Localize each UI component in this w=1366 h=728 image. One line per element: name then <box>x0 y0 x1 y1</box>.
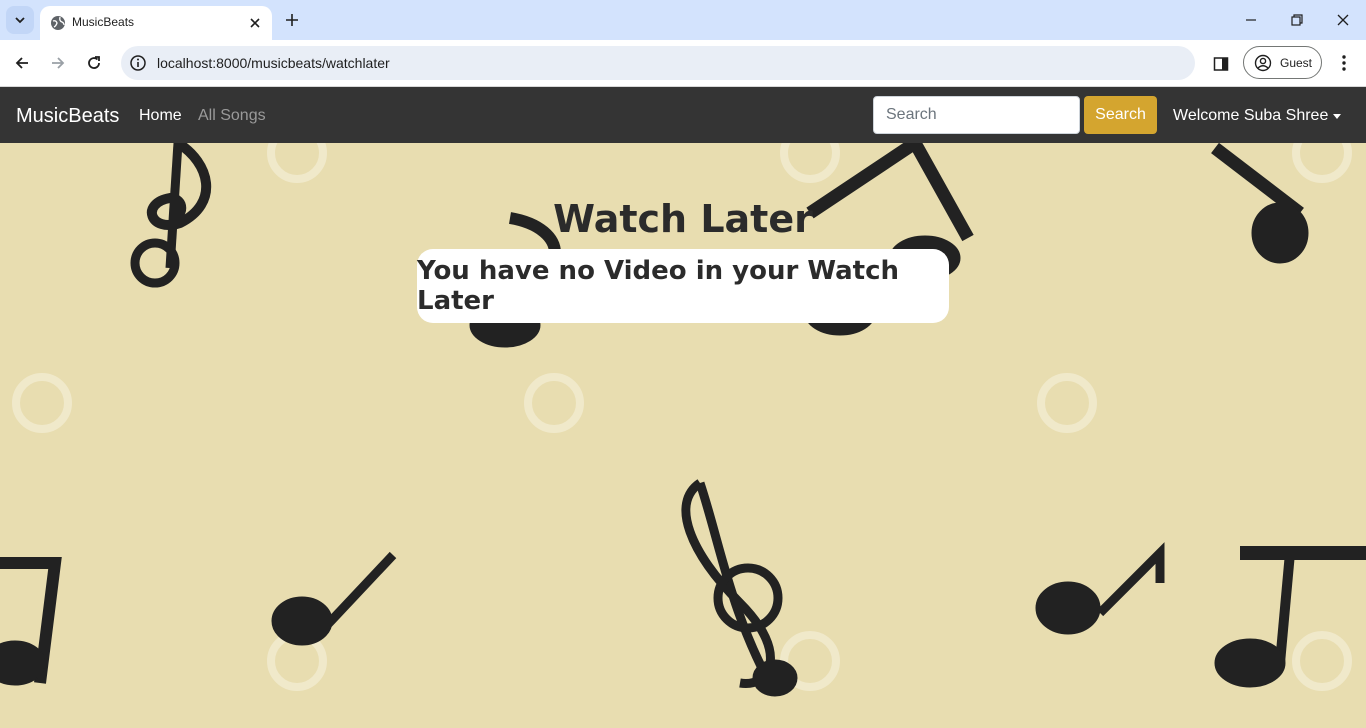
tab-search-button[interactable] <box>6 6 34 34</box>
empty-state-message: You have no Video in your Watch Later <box>417 256 900 316</box>
page-title: Watch Later <box>553 197 813 241</box>
minimize-icon <box>1246 19 1256 21</box>
tab-title: MusicBeats <box>72 15 135 29</box>
back-button[interactable] <box>9 50 35 76</box>
empty-state-card: You have no Video in your Watch Later <box>417 249 949 323</box>
plus-icon <box>286 14 298 26</box>
side-panel-icon <box>1213 57 1229 71</box>
more-vertical-icon <box>1342 55 1346 71</box>
minimize-button[interactable] <box>1237 6 1265 34</box>
side-panel-button[interactable] <box>1208 51 1234 77</box>
close-icon <box>250 18 260 28</box>
nav-link-home[interactable]: Home <box>139 106 182 126</box>
arrow-right-icon <box>52 57 65 69</box>
window-close-button[interactable] <box>1329 6 1357 34</box>
reload-icon <box>88 56 100 69</box>
user-menu-label: Welcome Suba Shree <box>1173 107 1329 124</box>
brand-logo[interactable]: MusicBeats <box>16 104 119 128</box>
account-circle-icon <box>1254 54 1272 72</box>
nav-link-all-songs[interactable]: All Songs <box>198 106 266 126</box>
arrow-left-icon <box>15 57 28 69</box>
address-bar[interactable]: localhost:8000/musicbeats/watchlater <box>121 46 1195 80</box>
user-menu-dropdown[interactable]: Welcome Suba Shree <box>1173 106 1342 126</box>
info-icon[interactable] <box>129 54 147 72</box>
search-button[interactable]: Search <box>1084 96 1157 134</box>
browser-tab-bar: MusicBeats <box>0 0 1366 40</box>
browser-menu-button[interactable] <box>1332 50 1356 76</box>
browser-tab[interactable]: MusicBeats <box>40 6 272 40</box>
reload-button[interactable] <box>81 50 107 76</box>
tab-close-button[interactable] <box>246 14 264 32</box>
globe-icon <box>51 16 65 30</box>
forward-button[interactable] <box>45 50 71 76</box>
restore-button[interactable] <box>1283 6 1311 34</box>
profile-button[interactable]: Guest <box>1243 46 1322 79</box>
chevron-down-icon <box>15 17 25 24</box>
search-input[interactable] <box>873 96 1080 134</box>
url-text: localhost:8000/musicbeats/watchlater <box>157 55 390 71</box>
new-tab-button[interactable] <box>280 8 304 32</box>
close-icon <box>1337 14 1349 26</box>
caret-down-icon <box>1333 113 1342 119</box>
browser-toolbar: localhost:8000/musicbeats/watchlater Gue… <box>0 40 1366 87</box>
profile-label: Guest <box>1280 56 1313 70</box>
site-navbar: MusicBeats Home All Songs Search Welcome… <box>0 87 1366 143</box>
restore-icon <box>1291 14 1303 26</box>
